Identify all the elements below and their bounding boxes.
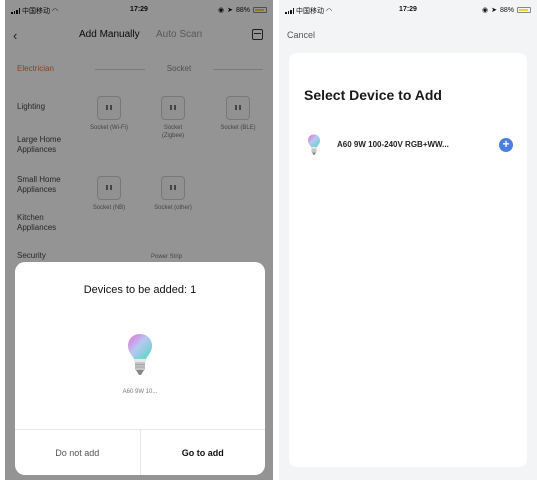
do-not-add-button[interactable]: Do not add xyxy=(15,430,141,475)
cancel-button[interactable]: Cancel xyxy=(287,30,315,40)
status-bar: 中国移动 ◠ 17:29 ◉ ➤ 88% xyxy=(279,0,537,20)
bulb-icon xyxy=(126,332,154,378)
alarm-icon: ◉ xyxy=(482,7,489,14)
sheet-title: Devices to be added: 1 xyxy=(83,284,197,296)
status-right: ◉ ➤ 88% xyxy=(482,6,531,14)
plus-circle-icon[interactable]: + xyxy=(499,138,513,152)
device-row[interactable]: A60 9W 100-240V RGB+WW... + xyxy=(301,131,515,161)
page-title: Select Device to Add xyxy=(304,87,442,103)
location-icon: ➤ xyxy=(491,7,497,14)
battery-icon xyxy=(517,7,531,13)
sheet-actions: Do not add Go to add xyxy=(15,429,265,475)
battery-percent: 88% xyxy=(499,6,514,14)
bulb-icon xyxy=(307,133,321,157)
go-to-add-button[interactable]: Go to add xyxy=(141,430,266,475)
right-phone-screen: 中国移动 ◠ 17:29 ◉ ➤ 88% Cancel Select Devic… xyxy=(279,0,537,480)
device-name: A60 9W 100-240V RGB+WW... xyxy=(337,140,449,149)
devices-to-add-sheet: Devices to be added: 1 A60 9W 10... Do n… xyxy=(15,262,265,475)
sheet-device-name: A60 9W 10... xyxy=(122,389,158,395)
select-device-card: Select Device to Add A60 9W 100-240V RGB… xyxy=(289,53,527,467)
left-phone-screen: 中国移动 ◠ 17:29 ◉ ➤ 88% ‹ Add Manually Auto… xyxy=(5,0,273,480)
